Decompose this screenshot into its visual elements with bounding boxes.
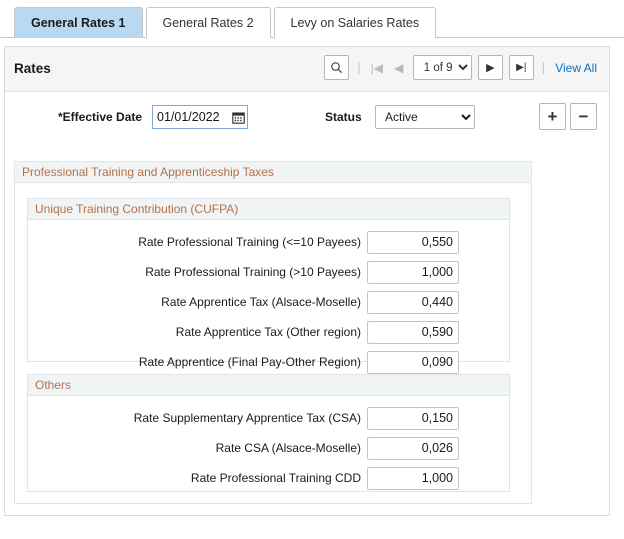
- nav-separator-right: |: [541, 60, 546, 75]
- rate-supplementary-apprentice-tax-csa-input[interactable]: [367, 406, 459, 430]
- others-fields: Rate Supplementary Apprentice Tax (CSA) …: [28, 396, 509, 493]
- rates-panel: Rates | |◀ ◀ 1 of 9 ▶ ▶| | View All *Eff…: [4, 46, 610, 516]
- field-row: Rate Professional Training (>10 Payees): [28, 257, 509, 287]
- field-label: Rate Apprentice Tax (Alsace-Moselle): [161, 295, 361, 309]
- effective-date-label: *Effective Date: [58, 110, 143, 124]
- field-row: Rate Professional Training CDD: [28, 463, 509, 493]
- next-arrow-icon: ▶: [486, 62, 495, 74]
- field-row: Rate CSA (Alsace-Moselle): [28, 433, 509, 463]
- tab-label: Levy on Salaries Rates: [290, 16, 420, 30]
- field-label: Rate Apprentice (Final Pay-Other Region): [138, 355, 361, 369]
- effective-date-value: 01/01/2022: [157, 110, 220, 124]
- field-row: Rate Supplementary Apprentice Tax (CSA): [28, 403, 509, 433]
- cufpa-fields: Rate Professional Training (<=10 Payees)…: [28, 220, 509, 377]
- next-row-button[interactable]: ▶: [477, 55, 503, 80]
- tab-strip: General Rates 1 General Rates 2 Levy on …: [0, 0, 624, 38]
- tab-label: General Rates 1: [31, 16, 126, 30]
- field-label: Rate Supplementary Apprentice Tax (CSA): [133, 411, 361, 425]
- rate-apprentice-final-pay-other-region-input[interactable]: [367, 350, 459, 374]
- previous-row-button[interactable]: ◀: [391, 58, 407, 78]
- group-others: Others Rate Supplementary Apprentice Tax…: [27, 374, 510, 492]
- field-row: Rate Professional Training (<=10 Payees): [28, 227, 509, 257]
- field-label: Rate Professional Training (>10 Payees): [145, 265, 361, 279]
- rate-csa-alsace-moselle-input[interactable]: [367, 436, 459, 460]
- group-cufpa: Unique Training Contribution (CUFPA) Rat…: [27, 198, 510, 374]
- field-row: Rate Apprentice Tax (Alsace-Moselle): [28, 287, 509, 317]
- field-label: Rate Professional Training (<=10 Payees): [138, 235, 361, 249]
- view-all-link[interactable]: View All: [555, 61, 597, 75]
- last-arrow-icon: ▶|: [516, 62, 527, 73]
- group-header-label: Professional Training and Apprenticeship…: [15, 162, 531, 183]
- field-label: Rate Apprentice Tax (Other region): [175, 325, 361, 339]
- search-icon: [331, 62, 343, 74]
- first-row-button[interactable]: |◀: [369, 58, 385, 78]
- rate-professional-training-cdd-input[interactable]: [367, 466, 459, 490]
- add-row-button[interactable]: +: [539, 103, 566, 130]
- field-label: Rate CSA (Alsace-Moselle): [215, 441, 361, 455]
- field-label: Rate Professional Training CDD: [190, 471, 361, 485]
- rate-apprentice-tax-other-region-input[interactable]: [367, 320, 459, 344]
- effective-date-row: *Effective Date 01/01/2022 Status Active: [5, 92, 609, 150]
- page-title: Rates: [14, 61, 51, 76]
- row-action-buttons: + −: [539, 103, 597, 130]
- tab-general-rates-2[interactable]: General Rates 2: [145, 7, 271, 38]
- group-header-label: Unique Training Contribution (CUFPA): [28, 199, 509, 220]
- tab-general-rates-1[interactable]: General Rates 1: [14, 7, 143, 38]
- status-select[interactable]: Active: [375, 105, 475, 129]
- delete-row-button[interactable]: −: [570, 103, 597, 130]
- page-selector[interactable]: 1 of 9: [412, 55, 472, 80]
- tab-levy-on-salaries-rates[interactable]: Levy on Salaries Rates: [273, 7, 437, 38]
- group-professional-training-taxes: Professional Training and Apprenticeship…: [14, 161, 532, 504]
- status-label: Status: [325, 110, 362, 124]
- nav-separator-left: |: [357, 60, 361, 75]
- rate-professional-training-gt10-input[interactable]: [367, 260, 459, 284]
- calendar-icon[interactable]: [229, 106, 247, 128]
- field-row: Rate Apprentice Tax (Other region): [28, 317, 509, 347]
- search-button[interactable]: [324, 55, 350, 80]
- rate-apprentice-tax-alsace-moselle-input[interactable]: [367, 290, 459, 314]
- panel-header: Rates | |◀ ◀ 1 of 9 ▶ ▶| | View All: [5, 47, 609, 92]
- rate-professional-training-lte10-input[interactable]: [367, 230, 459, 254]
- tab-label: General Rates 2: [162, 16, 254, 30]
- group-header-label: Others: [28, 375, 509, 396]
- effective-date-field[interactable]: 01/01/2022: [152, 105, 248, 129]
- field-row: Rate Apprentice (Final Pay-Other Region): [28, 347, 509, 377]
- row-navigation-bar: | |◀ ◀ 1 of 9 ▶ ▶| | View All: [324, 55, 597, 80]
- last-row-button[interactable]: ▶|: [508, 55, 534, 80]
